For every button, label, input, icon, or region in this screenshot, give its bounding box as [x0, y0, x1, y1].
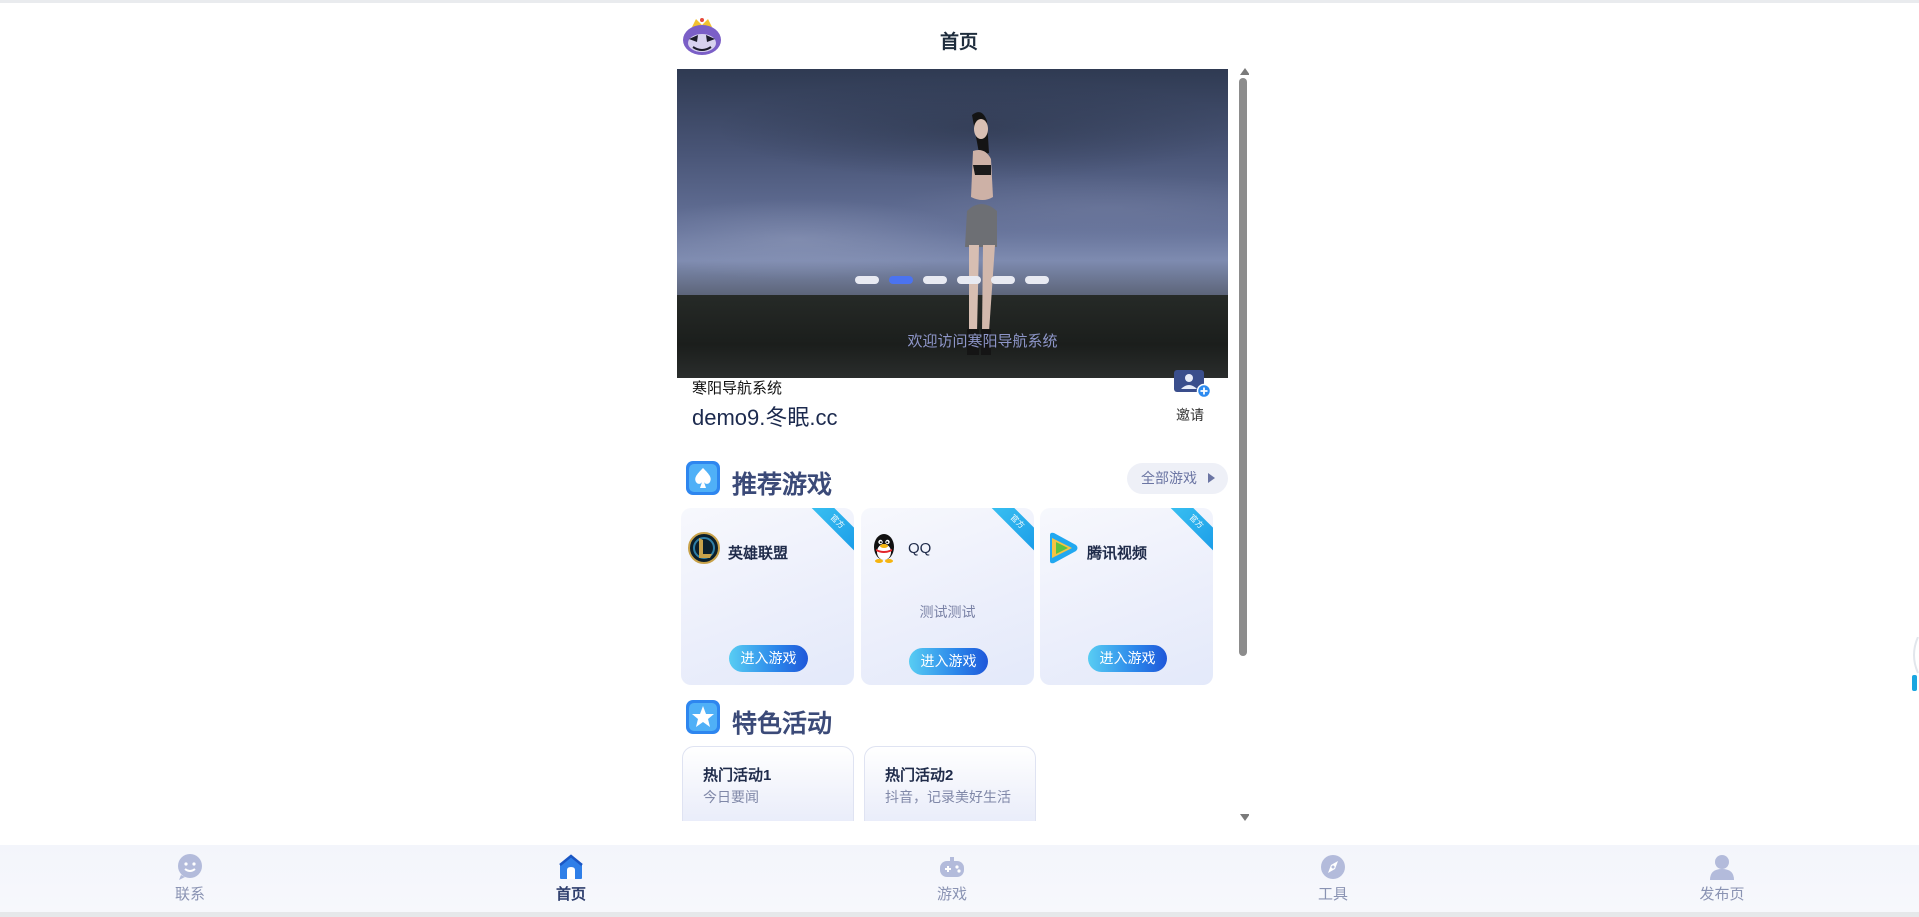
enter-game-button[interactable]: 进入游戏	[729, 645, 808, 672]
all-games-label: 全部游戏	[1141, 470, 1197, 486]
section-title-activities: 特色活动	[732, 710, 833, 738]
tab-label: 工具	[1317, 886, 1348, 903]
activity-card-2[interactable]: 热门活动2 抖音，记录美好生活	[864, 746, 1036, 821]
invite-button[interactable]: 邀请	[1167, 370, 1213, 426]
page-title: 首页	[939, 32, 978, 53]
game-card-qq[interactable]: 官方 QQ 测试测试 进入游戏	[861, 508, 1034, 685]
games-section-header: 推荐游戏 全部游戏	[686, 459, 1228, 499]
league-of-legends-icon	[688, 532, 720, 564]
user-icon	[1710, 855, 1734, 880]
site-name: 寒阳导航系统	[692, 380, 783, 397]
carousel-indicators	[855, 276, 1055, 286]
tab-publish-page[interactable]: 发布页	[1692, 853, 1752, 907]
scroll-content[interactable]: 欢迎访问寒阳导航系统 寒阳导航系统 demo9.冬眠.cc 邀请 推荐游戏 全部…	[677, 66, 1237, 821]
vertical-scrollbar[interactable]	[1237, 66, 1249, 821]
carousel-dot[interactable]	[957, 276, 981, 284]
tab-home[interactable]: 首页	[541, 853, 601, 907]
user-add-icon	[1174, 370, 1210, 398]
gamepad-icon	[940, 857, 964, 877]
home-icon	[559, 854, 583, 879]
activity-title: 热门活动1	[703, 767, 772, 784]
activity-subtitle: 抖音，记录美好生活	[885, 789, 1011, 805]
scrollbar-thumb[interactable]	[1239, 78, 1247, 656]
enter-game-button[interactable]: 进入游戏	[1088, 645, 1167, 672]
enter-game-button[interactable]: 进入游戏	[909, 648, 988, 675]
tab-label: 首页	[555, 886, 586, 903]
carousel-dot-active[interactable]	[889, 276, 913, 284]
tab-tools[interactable]: 工具	[1303, 853, 1363, 907]
site-domain: demo9.冬眠.cc	[692, 405, 838, 430]
bottom-border	[0, 912, 1919, 917]
qq-penguin-icon	[874, 534, 894, 563]
smiley-chat-icon	[178, 854, 202, 880]
carousel-dot[interactable]	[923, 276, 947, 284]
activity-card-1[interactable]: 热门活动1 今日要闻	[682, 746, 854, 821]
official-ribbon: 官方	[985, 508, 1034, 554]
tab-games[interactable]: 游戏	[922, 853, 982, 907]
page-scroll-indicator[interactable]	[1909, 637, 1919, 693]
activity-title: 热门活动2	[885, 767, 954, 784]
section-title-games: 推荐游戏	[732, 471, 833, 499]
carousel-dot[interactable]	[855, 276, 879, 284]
tab-label: 游戏	[936, 886, 967, 903]
activities-section-header: 特色活动	[686, 698, 1226, 738]
game-card-lol[interactable]: 官方 英雄联盟 进入游戏	[681, 508, 854, 685]
official-ribbon: 官方	[1164, 508, 1213, 554]
game-name: 英雄联盟	[728, 545, 789, 562]
chevron-right-icon	[1208, 473, 1215, 483]
carousel-dot[interactable]	[991, 276, 1015, 284]
banner-caption: 欢迎访问寒阳导航系统	[907, 333, 1058, 350]
scroll-up-arrow-icon[interactable]	[1240, 68, 1249, 75]
compass-icon	[1321, 855, 1345, 879]
all-games-button[interactable]: 全部游戏	[1127, 463, 1228, 494]
game-card-tencent-video[interactable]: 官方 腾讯视频 进入游戏	[1040, 508, 1213, 685]
tab-label: 联系	[174, 886, 205, 903]
tab-contact[interactable]: 联系	[160, 853, 220, 907]
official-ribbon: 官方	[805, 508, 854, 554]
game-name: 腾讯视频	[1087, 545, 1148, 562]
activity-subtitle: 今日要闻	[703, 789, 759, 805]
page-header: 首页	[677, 3, 1249, 63]
tab-label: 发布页	[1699, 886, 1745, 903]
carousel-dot[interactable]	[1025, 276, 1049, 284]
scroll-down-arrow-icon[interactable]	[1240, 814, 1249, 821]
star-icon	[686, 700, 720, 734]
game-name: QQ	[908, 540, 932, 557]
phone-frame: 首页 欢迎访问寒阳导航系统 寒阳导航系统 demo9.冬眠.cc 邀请 推荐游戏…	[677, 3, 1249, 845]
spade-icon	[686, 461, 720, 495]
tencent-video-icon	[1050, 532, 1078, 564]
game-desc: 测试测试	[919, 604, 976, 620]
invite-label: 邀请	[1176, 407, 1204, 423]
bottom-tab-bar: 联系 首页 游戏 工具 发布页	[0, 845, 1919, 912]
banner-carousel[interactable]: 欢迎访问寒阳导航系统	[677, 69, 1228, 378]
